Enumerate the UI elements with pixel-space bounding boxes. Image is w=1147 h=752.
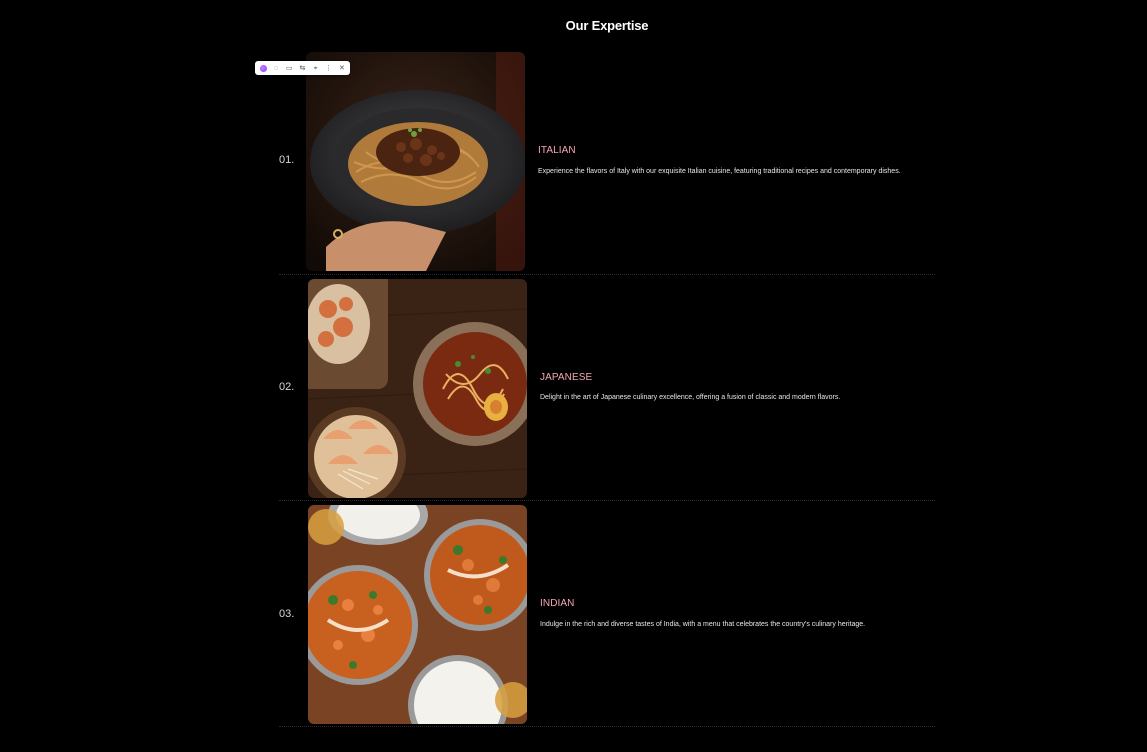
pasta-bowl-photo	[306, 52, 525, 271]
cuisine-name: ITALIAN	[538, 145, 576, 156]
section-title: Our Expertise	[565, 18, 649, 33]
ramen-gyoza-photo	[308, 279, 527, 498]
cuisine-name: JAPANESE	[540, 372, 593, 383]
item-number: 03.	[279, 608, 295, 620]
translate-icon[interactable]: ⇆	[298, 64, 306, 73]
floating-toolbar: ◌ ▭ ⇆ ⌖ ⋮ ✕	[255, 61, 350, 75]
item-number: 01.	[279, 154, 295, 166]
cuisine-description: Indulge in the rich and diverse tastes o…	[540, 621, 866, 628]
cuisine-name: INDIAN	[540, 598, 575, 609]
item-number: 02.	[279, 381, 295, 393]
chat-icon[interactable]: ▭	[285, 64, 293, 73]
more-icon[interactable]: ⋮	[325, 64, 333, 73]
cuisine-description: Delight in the art of Japanese culinary …	[540, 394, 841, 401]
expertise-item-indian: 03. INDIAN Indulge in the rich and diver…	[279, 501, 935, 727]
comment-icon[interactable]: ◌	[272, 64, 280, 73]
expertise-item-japanese: 02. JAPANESE Delight in the art of Japan…	[279, 275, 935, 501]
expertise-page: Our Expertise 01. ITALIAN Experience the…	[0, 0, 1147, 752]
close-icon[interactable]: ✕	[338, 64, 346, 73]
pin-icon[interactable]: ⌖	[312, 64, 320, 73]
app-logo-icon[interactable]	[259, 64, 267, 73]
expertise-item-italian: 01. ITALIAN Experience the flavors of It…	[279, 49, 935, 275]
curry-rice-photo	[308, 505, 527, 724]
cuisine-description: Experience the flavors of Italy with our…	[538, 168, 901, 175]
